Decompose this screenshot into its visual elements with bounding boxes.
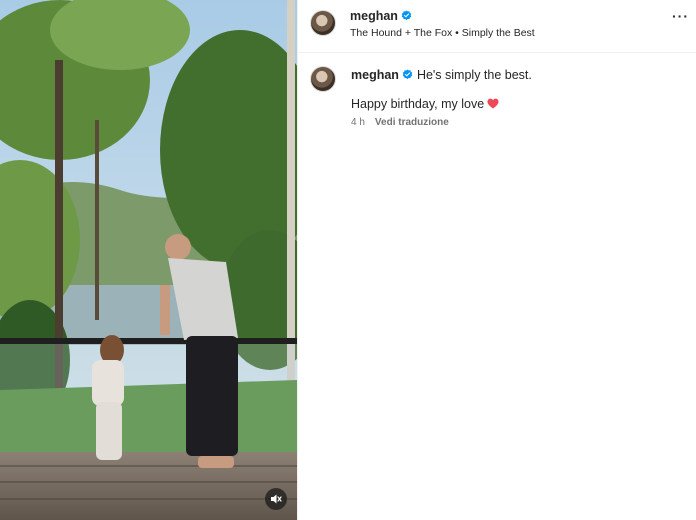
post-header: meghan The Hound + The Fox • Simply the … [298,0,696,53]
mute-button[interactable] [265,488,287,510]
timestamp[interactable]: 4 h [351,117,365,128]
heart-emoji-icon [487,98,499,109]
more-options-button[interactable]: ··· [672,8,690,25]
comment-username[interactable]: meghan [351,68,399,82]
mute-icon [271,494,282,504]
caption-text: He's simply the best. [416,68,532,82]
verified-badge-icon [401,10,412,21]
post-image [0,0,297,520]
post-photo[interactable] [0,0,297,520]
avatar[interactable] [310,10,336,36]
header-subtitle[interactable]: The Hound + The Fox • Simply the Best [350,27,535,39]
avatar[interactable] [310,66,336,92]
caption-text-2: Happy birthday, my love [351,97,485,111]
more-horizontal-icon: ··· [672,8,689,24]
verified-badge-icon [402,69,413,80]
header-username[interactable]: meghan [350,9,398,23]
comment-meta: 4 h Vedi traduzione [351,117,449,128]
post-side-panel: meghan The Hound + The Fox • Simply the … [298,0,696,520]
header-username-row: meghan [350,9,412,23]
caption-line: meghan He's simply the best. [351,68,532,82]
caption-line-2: Happy birthday, my love [351,97,499,111]
see-translation-button[interactable]: Vedi traduzione [375,117,449,128]
